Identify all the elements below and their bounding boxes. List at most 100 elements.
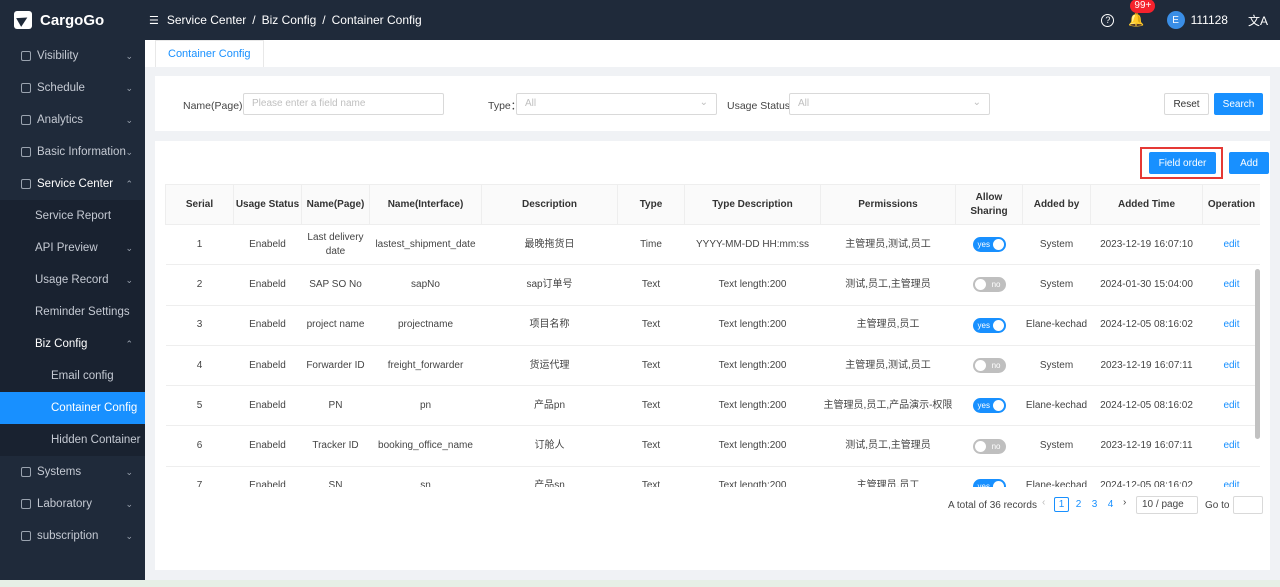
goto-page-input[interactable] bbox=[1233, 496, 1263, 514]
cell-added-time: 2024-12-05 08:16:02 bbox=[1090, 466, 1203, 487]
sharing-toggle[interactable]: no bbox=[972, 277, 1006, 293]
sharing-toggle[interactable]: yes bbox=[972, 317, 1006, 333]
sidebar-item-reminder-settings[interactable]: Reminder Settings bbox=[0, 296, 145, 328]
chevron-down-icon: ⌄ bbox=[125, 498, 133, 509]
sidebar-item-service-report[interactable]: Service Report bbox=[0, 200, 145, 232]
table-row: 5 Enabeld PN pn 产品pn Text Text length:200 主管理员,… bbox=[165, 385, 1260, 427]
sidebar-item-subscription[interactable]: subscription ⌄ bbox=[0, 520, 145, 552]
cell-name-page: project name bbox=[301, 305, 370, 346]
breadcrumb-item[interactable]: Biz Config bbox=[262, 13, 317, 27]
sidebar-item-label: subscription bbox=[37, 530, 99, 542]
cell-type: Text bbox=[617, 466, 685, 487]
analytics-icon bbox=[21, 115, 31, 125]
header-name-interface: Name(Interface) bbox=[369, 184, 482, 225]
sharing-toggle[interactable]: no bbox=[972, 357, 1006, 373]
name-filter-input[interactable]: Please enter a field name bbox=[243, 93, 444, 115]
app-logo[interactable]: CargoGo bbox=[0, 11, 145, 29]
chevron-down-icon: ⌄ bbox=[125, 114, 133, 125]
sidebar-item-email-config[interactable]: Email config bbox=[0, 360, 145, 392]
cell-added-time: 2023-12-19 16:07:11 bbox=[1090, 425, 1203, 467]
sidebar-item-hidden-container[interactable]: Hidden Container bbox=[0, 424, 145, 456]
type-select[interactable]: All ⌄ bbox=[516, 93, 717, 115]
sharing-toggle[interactable]: yes bbox=[972, 478, 1006, 487]
cell-type-description: Text length:200 bbox=[684, 466, 821, 487]
cell-permissions: 主管理员,员工 bbox=[820, 305, 956, 346]
sidebar-item-label: Biz Config bbox=[35, 338, 88, 350]
cell-description: 货运代理 bbox=[481, 345, 618, 387]
sidebar-item-service-center[interactable]: Service Center ⌃ bbox=[0, 168, 145, 200]
next-page-icon[interactable]: › bbox=[1123, 497, 1126, 508]
sharing-toggle[interactable]: no bbox=[972, 438, 1006, 454]
sidebar-item-biz-config[interactable]: Biz Config ⌃ bbox=[0, 328, 145, 360]
usage-status-select-value: All bbox=[798, 98, 810, 109]
tab-container-config[interactable]: Container Config bbox=[155, 40, 264, 67]
cell-type: Time bbox=[617, 224, 685, 266]
edit-link[interactable]: edit bbox=[1202, 466, 1260, 487]
sidebar-item-label: Basic Information bbox=[37, 146, 126, 158]
visibility-icon bbox=[21, 51, 31, 61]
chevron-down-icon: ⌄ bbox=[125, 466, 133, 477]
cell-description: sap订单号 bbox=[481, 264, 618, 306]
sidebar-item-basic-information[interactable]: Basic Information ⌄ bbox=[0, 136, 145, 168]
cell-description: 产品sn bbox=[481, 466, 618, 487]
language-icon[interactable]: 文A bbox=[1248, 12, 1268, 29]
edit-link[interactable]: edit bbox=[1202, 385, 1260, 427]
username[interactable]: 111128 bbox=[1191, 13, 1228, 27]
table-header-row: Serial Usage Status Name(Page) Name(Inte… bbox=[165, 184, 1260, 225]
sharing-toggle[interactable]: yes bbox=[972, 237, 1006, 253]
cell-name-interface: sapNo bbox=[369, 264, 482, 306]
cell-serial: 3 bbox=[165, 305, 234, 346]
bottom-strip bbox=[0, 580, 1280, 587]
breadcrumb-item: Container Config bbox=[331, 13, 422, 27]
page-3[interactable]: 3 bbox=[1087, 497, 1102, 512]
reset-button[interactable]: Reset bbox=[1164, 93, 1209, 115]
sidebar-item-label: Visibility bbox=[37, 50, 79, 62]
sidebar-item-schedule[interactable]: Schedule ⌄ bbox=[0, 72, 145, 104]
page-1[interactable]: 1 bbox=[1054, 497, 1069, 512]
sharing-toggle[interactable]: yes bbox=[972, 398, 1006, 414]
cell-description: 产品pn bbox=[481, 385, 618, 427]
sidebar-item-analytics[interactable]: Analytics ⌄ bbox=[0, 104, 145, 136]
edit-link[interactable]: edit bbox=[1202, 224, 1260, 266]
cell-type: Text bbox=[617, 345, 685, 387]
cell-type: Text bbox=[617, 385, 685, 427]
cell-type-description: Text length:200 bbox=[684, 305, 821, 346]
avatar[interactable]: E bbox=[1166, 11, 1185, 29]
chevron-down-icon: ⌄ bbox=[699, 97, 708, 108]
breadcrumb: ☰ Service Center / Biz Config / Containe… bbox=[145, 13, 422, 27]
add-button[interactable]: Add bbox=[1229, 152, 1269, 174]
breadcrumb-item[interactable]: Service Center bbox=[167, 13, 246, 27]
edit-link[interactable]: edit bbox=[1202, 345, 1260, 387]
edit-link[interactable]: edit bbox=[1202, 425, 1260, 467]
bell-icon[interactable]: 🔔 99+ bbox=[1128, 0, 1156, 28]
cell-added-time: 2023-12-19 16:07:11 bbox=[1090, 345, 1203, 387]
header-serial: Serial bbox=[165, 184, 234, 225]
field-order-button[interactable]: Field order bbox=[1149, 152, 1216, 174]
table-scrollbar[interactable] bbox=[1255, 269, 1260, 439]
cell-permissions: 主管理员,员工,产品演示-权限 bbox=[820, 385, 956, 427]
edit-link[interactable]: edit bbox=[1202, 264, 1260, 306]
search-button[interactable]: Search bbox=[1214, 93, 1263, 115]
sidebar-item-container-config[interactable]: Container Config bbox=[0, 392, 145, 424]
cell-allow-sharing: no bbox=[955, 264, 1023, 306]
edit-link[interactable]: edit bbox=[1202, 305, 1260, 346]
notification-badge: 99+ bbox=[1130, 0, 1156, 13]
sidebar-item-api-preview[interactable]: API Preview ⌄ bbox=[0, 232, 145, 264]
cell-added-time: 2024-12-05 08:16:02 bbox=[1090, 385, 1203, 427]
chevron-down-icon: ⌄ bbox=[125, 146, 133, 157]
header-operation: Operation bbox=[1202, 184, 1260, 225]
chevron-down-icon: ⌄ bbox=[125, 530, 133, 541]
sidebar-item-usage-record[interactable]: Usage Record ⌄ bbox=[0, 264, 145, 296]
prev-page-icon[interactable]: ‹ bbox=[1042, 497, 1045, 508]
menu-toggle-icon[interactable]: ☰ bbox=[149, 14, 159, 27]
sidebar-item-visibility[interactable]: Visibility ⌄ bbox=[0, 40, 145, 72]
chevron-down-icon: ⌄ bbox=[972, 97, 981, 108]
sidebar-item-systems[interactable]: Systems ⌄ bbox=[0, 456, 145, 488]
filter-panel: Name(Page)： Please enter a field name Ty… bbox=[155, 76, 1270, 131]
page-4[interactable]: 4 bbox=[1103, 497, 1118, 512]
sidebar-item-laboratory[interactable]: Laboratory ⌄ bbox=[0, 488, 145, 520]
usage-status-select[interactable]: All ⌄ bbox=[789, 93, 990, 115]
help-icon[interactable]: ? bbox=[1101, 13, 1115, 27]
page-2[interactable]: 2 bbox=[1071, 497, 1086, 512]
page-size-select[interactable]: 10 / page bbox=[1136, 496, 1198, 514]
